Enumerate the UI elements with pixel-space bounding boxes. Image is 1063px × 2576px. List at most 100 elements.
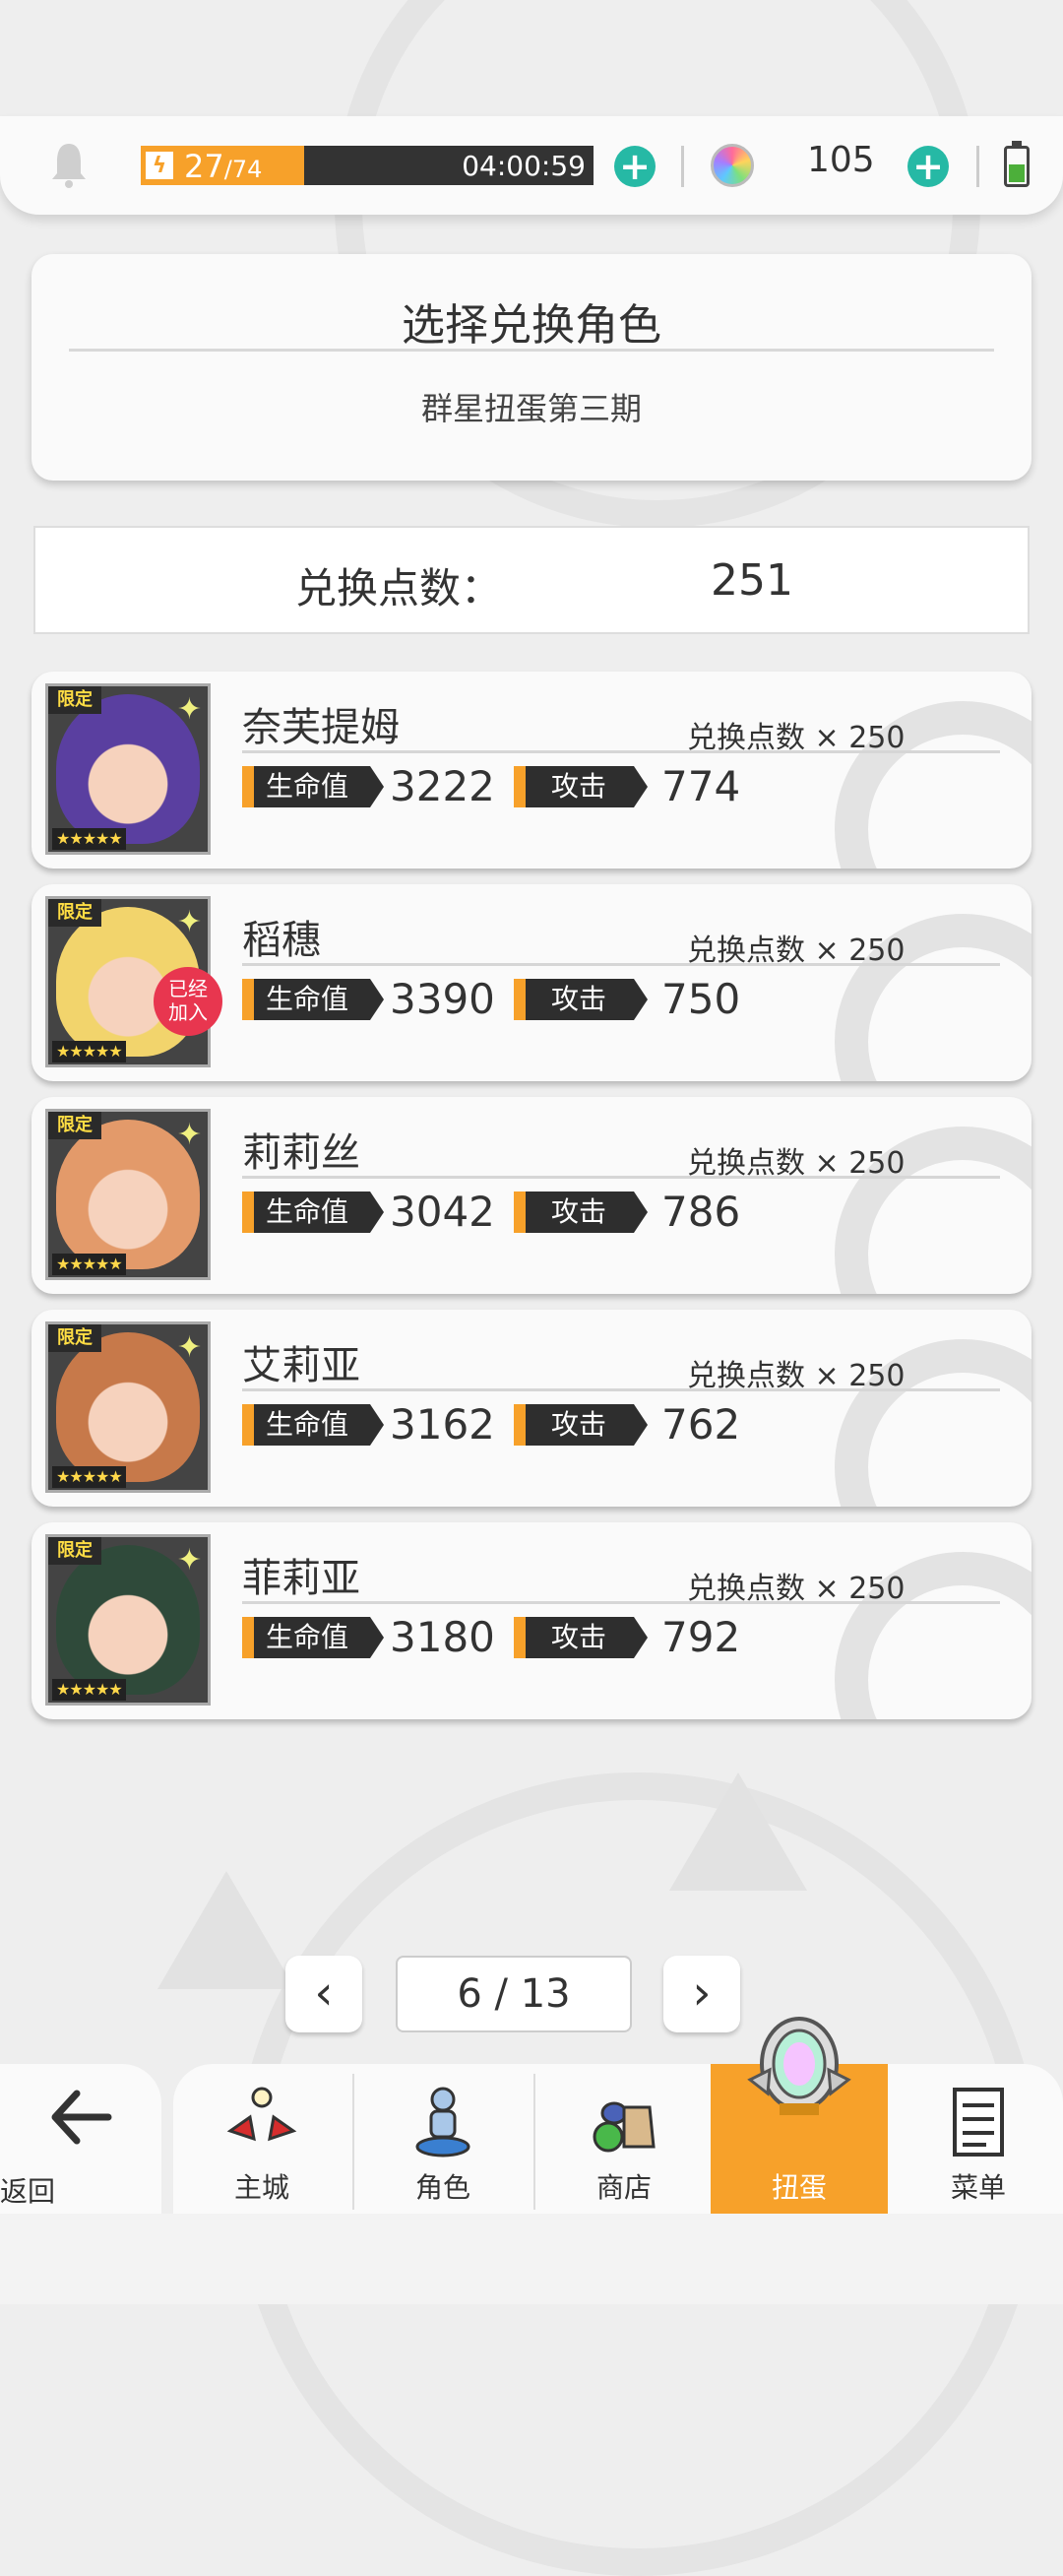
sparkle-icon: ✦ [176, 1118, 202, 1152]
title-divider [69, 349, 994, 352]
stamina-count: 27/74 [184, 148, 263, 185]
menu-icon [953, 2088, 1004, 2157]
page-title: 选择兑换角色 [402, 300, 661, 351]
card-divider [242, 750, 1000, 753]
character-name: 稻穗 [242, 918, 321, 963]
hp-value: 3222 [390, 762, 495, 810]
status-bar: ϟ 27/74 04:00:59 + 105 + [0, 116, 1063, 215]
character-card[interactable]: 限定 ✦ ★★★★★ 艾莉亚 兑换点数 × 250 生命值 3162 攻击 76… [31, 1310, 1032, 1507]
star-rating: ★★★★★ [52, 1041, 126, 1063]
attack-value: 792 [661, 1613, 741, 1661]
character-name: 莉莉丝 [242, 1130, 360, 1176]
character-card[interactable]: 限定 ✦ ★★★★★ 稻穗 兑换点数 × 250 生命值 3390 攻击 750… [31, 884, 1032, 1081]
castle-icon [226, 2087, 297, 2142]
back-label: 返回 [0, 2175, 56, 2208]
joined-badge: 已经 加入 [154, 967, 222, 1036]
character-icon [415, 2087, 470, 2157]
background-triangle-decoration [669, 1772, 807, 1891]
nav-item-character[interactable]: 角色 [354, 2064, 532, 2214]
background-triangle-decoration [157, 1871, 295, 1989]
limited-badge: 限定 [48, 899, 101, 927]
hp-label: 生命值 [242, 979, 384, 1020]
card-divider [242, 1601, 1000, 1604]
divider [681, 146, 684, 187]
limited-badge: 限定 [48, 686, 101, 714]
sparkle-icon: ✦ [176, 905, 202, 939]
battery-icon [1004, 141, 1030, 187]
nav-item-shop[interactable]: 商店 [535, 2064, 713, 2214]
character-card[interactable]: 限定 ✦ ★★★★★ 奈芙提姆 兑换点数 × 250 生命值 3222 攻击 7… [31, 672, 1032, 869]
sparkle-icon: ✦ [176, 1543, 202, 1578]
exchange-points-panel: 兑换点数： 251 [33, 526, 1030, 634]
limited-badge: 限定 [48, 1537, 101, 1565]
hp-label: 生命值 [242, 766, 384, 807]
divider [976, 146, 979, 187]
nav-label-castle: 主城 [233, 2171, 289, 2204]
page-indicator: 6 / 13 [396, 1956, 632, 2032]
star-rating: ★★★★★ [52, 828, 126, 850]
nav-item-menu[interactable]: 菜单 [890, 2064, 1063, 2214]
attack-label: 攻击 [514, 979, 648, 1020]
nav-item-gacha[interactable]: 扭蛋 [711, 2017, 888, 2214]
nav-label-menu: 菜单 [950, 2171, 1006, 2204]
title-panel: 选择兑换角色 群星扭蛋第三期 [31, 254, 1032, 481]
stamina-timer: 04:00:59 [462, 150, 586, 182]
attack-value: 786 [661, 1188, 741, 1236]
notification-bell-icon[interactable] [49, 140, 89, 189]
next-page-button[interactable]: › [663, 1956, 740, 2032]
add-gem-button[interactable]: + [907, 146, 949, 187]
add-stamina-button[interactable]: + [614, 146, 656, 187]
limited-badge: 限定 [48, 1324, 101, 1352]
hp-value: 3042 [390, 1188, 495, 1236]
star-rating: ★★★★★ [52, 1679, 126, 1701]
gacha-icon [747, 2017, 851, 2115]
system-nav-area [0, 2214, 1063, 2304]
nav-label-shop: 商店 [595, 2171, 652, 2204]
character-name: 奈芙提姆 [242, 705, 400, 750]
star-rating: ★★★★★ [52, 1466, 126, 1488]
character-portrait: 限定 ✦ ★★★★★ [45, 1109, 211, 1280]
hp-label: 生命值 [242, 1191, 384, 1233]
card-divider [242, 963, 1000, 966]
back-button[interactable]: 返回 [0, 2064, 161, 2214]
rainbow-gem-icon [711, 144, 754, 187]
character-name: 菲莉亚 [242, 1556, 360, 1601]
card-divider [242, 1176, 1000, 1179]
attack-label: 攻击 [514, 1191, 648, 1233]
character-portrait: 限定 ✦ ★★★★★ [45, 1321, 211, 1493]
hp-value: 3162 [390, 1400, 495, 1449]
sparkle-icon: ✦ [176, 692, 202, 727]
nav-label-character: 角色 [414, 2171, 470, 2204]
hp-label: 生命值 [242, 1617, 384, 1658]
limited-badge: 限定 [48, 1112, 101, 1139]
character-card[interactable]: 限定 ✦ ★★★★★ 莉莉丝 兑换点数 × 250 生命值 3042 攻击 78… [31, 1097, 1032, 1294]
card-divider [242, 1388, 1000, 1391]
stamina-bar: ϟ 27/74 04:00:59 [141, 146, 594, 185]
attack-label: 攻击 [514, 1617, 648, 1658]
nav-item-castle[interactable]: 主城 [173, 2064, 350, 2214]
shop-icon [593, 2101, 656, 2153]
character-card[interactable]: 限定 ✦ ★★★★★ 菲莉亚 兑换点数 × 250 生命值 3180 攻击 79… [31, 1522, 1032, 1719]
attack-label: 攻击 [514, 766, 648, 807]
hp-label: 生命值 [242, 1404, 384, 1446]
page-subtitle: 群星扭蛋第三期 [420, 390, 642, 427]
character-name: 艾莉亚 [242, 1343, 360, 1388]
hp-value: 3390 [390, 975, 495, 1023]
gem-count: 105 [807, 140, 875, 180]
attack-value: 750 [661, 975, 741, 1023]
character-portrait: 限定 ✦ ★★★★★ [45, 1534, 211, 1706]
exchange-points-label: 兑换点数： [295, 564, 503, 612]
back-arrow-icon [51, 2090, 112, 2145]
exchange-points-value: 251 [711, 555, 793, 606]
nav-label-gacha: 扭蛋 [771, 2171, 827, 2204]
previous-page-button[interactable]: ‹ [285, 1956, 362, 2032]
bottom-nav: 主城 角色 商店 扭蛋 菜单 [173, 2017, 1063, 2214]
sparkle-icon: ✦ [176, 1330, 202, 1365]
star-rating: ★★★★★ [52, 1254, 126, 1275]
attack-value: 762 [661, 1400, 741, 1449]
lightning-icon: ϟ [144, 150, 175, 181]
character-portrait: 限定 ✦ ★★★★★ [45, 683, 211, 855]
attack-value: 774 [661, 762, 741, 810]
hp-value: 3180 [390, 1613, 495, 1661]
attack-label: 攻击 [514, 1404, 648, 1446]
